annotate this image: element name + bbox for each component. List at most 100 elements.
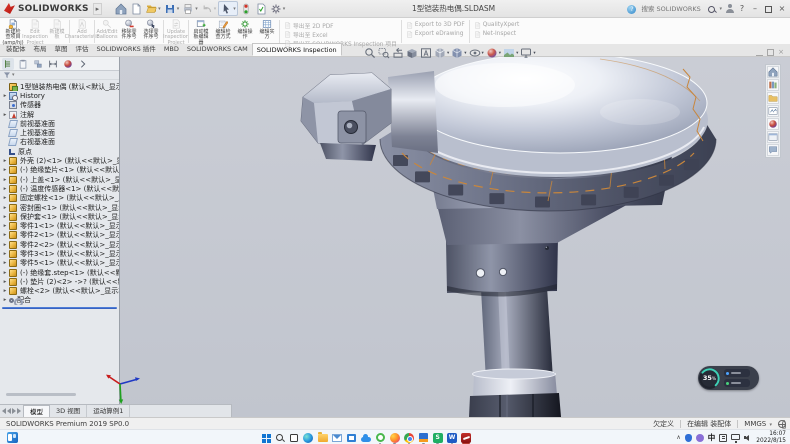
vieworient-button[interactable]: ▾ (434, 47, 449, 59)
doc-minimize-icon[interactable] (756, 55, 763, 56)
panel-tab-pprop[interactable] (17, 58, 29, 70)
menu-flyout-toggle[interactable]: ▸ (93, 3, 103, 15)
taskpane-window-button[interactable] (767, 131, 779, 143)
taskbar-notebook-app-icon[interactable] (418, 432, 429, 443)
tree-item[interactable]: ▸(-) 上盖<1> (默认<<默认>_显示状 (0, 175, 119, 184)
zoom-gauge[interactable]: 35% (699, 368, 720, 389)
search-icon[interactable] (707, 5, 716, 14)
prevview-button[interactable] (392, 47, 404, 59)
ribbon-button[interactable]: Add Characteristic (71, 19, 93, 41)
hideshow-button[interactable]: ▾ (469, 47, 484, 59)
panel-tab-pdisplay[interactable] (62, 58, 74, 70)
expand-arrow-icon[interactable]: ▸ (2, 260, 8, 266)
overlay-record-button[interactable] (724, 369, 750, 377)
taskbar-clock[interactable]: 16:07 2022/8/15 (756, 431, 786, 444)
tree-item[interactable]: ▸螺栓<2> (默认<<默认>_显示状态 (0, 287, 119, 296)
panel-tab-pchev[interactable] (77, 58, 89, 70)
tree-item[interactable]: 1型铠装热电偶 (默认<默认_显示状态-1 (0, 82, 119, 91)
ime-mode-icon[interactable] (719, 434, 727, 442)
search-box[interactable]: ▾ (639, 3, 722, 15)
tree-item[interactable]: ▸配合 (0, 296, 119, 305)
taskpane-home-button[interactable] (767, 66, 779, 78)
tree-item[interactable]: ▸(-) 温度传感器<1> (默认<<默认>_ (0, 184, 119, 193)
doc-tab[interactable]: 运动算例1 (87, 405, 130, 417)
help-button[interactable]: ? (737, 2, 747, 16)
taskbar-firefox-icon[interactable] (389, 432, 400, 443)
panel-tab-pconfig[interactable] (32, 58, 44, 70)
appearance-button[interactable]: ▾ (486, 47, 501, 59)
taskbar-store-icon[interactable] (346, 432, 357, 443)
taskbar-search-icon[interactable] (274, 432, 285, 443)
qat-qundo-button[interactable]: ▾ (200, 1, 218, 16)
taskbar-mail-icon[interactable] (332, 432, 343, 443)
ribbon-button[interactable]: 移除零 件序号 (118, 19, 140, 41)
taskbar-file-explorer-icon[interactable] (317, 432, 328, 443)
taskbar-word-icon[interactable]: W (447, 432, 458, 443)
tree-item[interactable]: 前视基准面 (0, 119, 119, 128)
zoom-overlay-pill[interactable]: 35% (698, 366, 759, 390)
expand-arrow-icon[interactable]: ▸ (2, 223, 8, 229)
overlay-annotate-button[interactable] (724, 379, 750, 387)
tree-item[interactable]: ▸外壳 (2)<1> (默认<<默认>_显示状 (0, 156, 119, 165)
qat-qcursor-button[interactable]: ▾ (218, 1, 238, 16)
tray-expand-icon[interactable]: ∧ (676, 434, 680, 441)
tree-horizontal-scrollbar[interactable] (6, 393, 76, 396)
expand-arrow-icon[interactable]: ▸ (2, 167, 8, 173)
tree-item[interactable]: 右视基准面 (0, 138, 119, 147)
taskbar-widgets-button[interactable] (7, 432, 18, 443)
scene-button[interactable]: ▾ (503, 47, 518, 59)
export-menu-item[interactable]: Export to 3D PDF (406, 21, 465, 29)
minimize-button[interactable]: – (750, 2, 760, 16)
expand-arrow-icon[interactable]: ▸ (2, 195, 8, 201)
taskbar-task-view-icon[interactable] (288, 432, 299, 443)
expand-arrow-icon[interactable]: ▸ (2, 279, 8, 285)
units-selector[interactable]: MMGS ▾ (744, 420, 772, 428)
tree-item[interactable]: ▸零件3<1> (默认<<默认>_显示状 (0, 249, 119, 258)
export-menu-item[interactable]: Export eDrawing (406, 30, 465, 38)
tree-item[interactable]: ▸History (0, 91, 119, 100)
ribbon-button[interactable]: 编辑操 作 (234, 19, 256, 41)
tree-item[interactable]: ▸固定螺栓<1> (默认<<默认>_显示 (0, 194, 119, 203)
tree-item[interactable]: ▸零件2<2> (默认<<默认>_显示状 (0, 240, 119, 249)
expand-arrow-icon[interactable]: ▸ (2, 158, 8, 164)
tree-filter-row[interactable]: ▾ (0, 71, 119, 80)
doc-tab[interactable]: 3D 视图 (50, 405, 87, 417)
doc-close-icon[interactable]: × (778, 49, 784, 56)
magnifier-button[interactable] (364, 47, 376, 59)
ribbon-button[interactable]: 编辑实 方 (256, 19, 278, 41)
tree-item[interactable]: ▸密封圈<1> (默认<<默认>_显示状 (0, 203, 119, 212)
taskbar-start-icon[interactable] (260, 432, 271, 443)
doc-restore-icon[interactable] (767, 49, 774, 56)
doc-tab[interactable]: 模型 (23, 405, 50, 417)
viewsetting-button[interactable]: ▾ (520, 47, 535, 59)
taskpane-library-button[interactable] (767, 79, 779, 91)
quick-tip-icon[interactable]: ? (627, 5, 636, 14)
expand-arrow-icon[interactable]: ▸ (2, 297, 8, 303)
expand-arrow-icon[interactable]: ▸ (2, 270, 8, 276)
export-menu-item[interactable]: 导出至 2D PDF (284, 21, 397, 29)
expand-arrow-icon[interactable]: ▸ (2, 93, 8, 99)
expand-arrow-icon[interactable]: ▸ (2, 214, 8, 220)
dynanno-button[interactable] (420, 47, 432, 59)
tree-item[interactable]: ▸注解 (0, 110, 119, 119)
taskbar-wps-icon[interactable]: S (432, 432, 443, 443)
panel-tab-ptree[interactable] (2, 58, 14, 70)
taskbar-cloud-drive-icon[interactable] (360, 432, 371, 443)
expand-arrow-icon[interactable]: ▸ (2, 186, 8, 192)
ribbon-tab[interactable]: SOLIDWORKS CAM (183, 43, 252, 56)
export-menu-item[interactable]: 导出至 Excel (284, 30, 397, 38)
tree-item[interactable]: 原点 (0, 147, 119, 156)
display-icon[interactable] (731, 434, 740, 440)
user-account-icon[interactable] (725, 4, 734, 14)
taskpane-viewpalette-button[interactable] (767, 105, 779, 117)
dispstyle-button[interactable]: ▾ (451, 47, 466, 59)
ribbon-button[interactable]: 选择零 件序号 (140, 19, 162, 41)
tree-item[interactable]: ▸(-) 绝缘套.step<1> (默认<<默认> (0, 268, 119, 277)
ribbon-tab[interactable]: 装配体 (2, 43, 30, 56)
tree-item[interactable]: 传感器 (0, 101, 119, 110)
ribbon-button[interactable]: 编辑检 查方式 (212, 19, 234, 41)
ribbon-button[interactable]: Add/Edit Balloons (96, 19, 118, 41)
search-input[interactable] (639, 3, 705, 15)
rollback-bar[interactable] (2, 307, 117, 309)
expand-arrow-icon[interactable]: ▸ (2, 177, 8, 183)
